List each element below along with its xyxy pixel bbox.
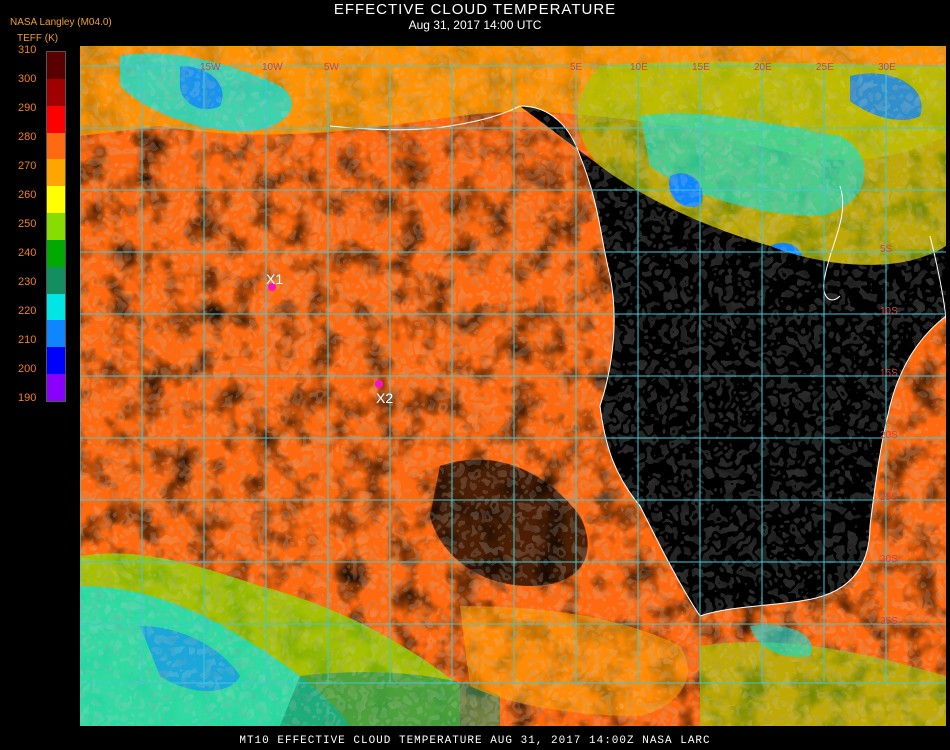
longitude-label: 5E xyxy=(570,62,583,73)
map-date: Aug 31, 2017 14:00 UTC xyxy=(408,18,542,32)
longitude-label: 5W xyxy=(324,62,340,73)
source-label: NASA Langley (M04.0) xyxy=(10,17,112,28)
map-canvas: 15W 10W 5W 5E 10E 15E 20E 25E 30E 5S 10S 15S 20S 25S 3… xyxy=(79,46,948,726)
color-scale-label: 280 xyxy=(18,131,37,143)
color-scale-label: 300 xyxy=(18,73,37,85)
color-scale-label: 230 xyxy=(18,276,37,288)
color-scale-swatch xyxy=(47,52,65,79)
map-title: EFFECTIVE CLOUD TEMPERATURE xyxy=(333,1,617,18)
longitude-label: 15W xyxy=(200,62,221,73)
marker-x2-label: X2 xyxy=(376,390,393,406)
color-scale-label: 220 xyxy=(18,305,37,317)
latitude-label: 15S xyxy=(880,368,898,379)
color-scale-swatch xyxy=(47,374,65,401)
latitude-label: 5S xyxy=(880,244,893,255)
unit-label: TEFF (K) xyxy=(17,33,59,44)
color-scale-swatch xyxy=(47,293,65,321)
satellite-map: 15W 10W 5W 5E 10E 15E 20E 25E 30E 5S 10S 15S 20S 25S 3… xyxy=(79,46,948,726)
latitude-label: 35S xyxy=(880,616,898,627)
latitude-label: 10S xyxy=(880,306,898,317)
color-scale-swatch xyxy=(47,320,65,348)
color-scale-swatch xyxy=(47,78,65,106)
marker-x1-label: X1 xyxy=(266,271,283,287)
latitude-label: 20S xyxy=(880,430,898,441)
color-scale-swatch xyxy=(47,239,65,267)
longitude-label: 20E xyxy=(754,62,772,73)
longitude-label: 10W xyxy=(262,62,283,73)
color-scale-swatch xyxy=(47,186,65,214)
color-scale-label: 240 xyxy=(18,247,37,259)
latitude-label: 25S xyxy=(880,492,898,503)
latitude-label: 30S xyxy=(880,554,898,565)
longitude-label: 10E xyxy=(630,62,648,73)
longitude-label: 25E xyxy=(816,62,834,73)
color-scale-swatch xyxy=(47,132,65,160)
color-scale-label: 270 xyxy=(18,160,37,172)
color-scale-label: 250 xyxy=(18,218,37,230)
color-scale-label: 190 xyxy=(18,392,37,404)
color-scale-label: 200 xyxy=(18,363,37,375)
longitude-label: 15E xyxy=(692,62,710,73)
color-scale-swatch xyxy=(47,159,65,187)
color-scale-swatch xyxy=(47,347,65,375)
longitude-label: 30E xyxy=(878,62,896,73)
color-scale-swatch xyxy=(47,213,65,240)
footer-caption: MT10 EFFECTIVE CLOUD TEMPERATURE AUG 31,… xyxy=(239,735,711,747)
marker-x2-dot[interactable] xyxy=(375,380,383,388)
color-scale-label: 290 xyxy=(18,102,37,114)
color-scale-label: 210 xyxy=(18,334,37,346)
color-scale-label: 260 xyxy=(18,189,37,201)
color-scale-bar xyxy=(46,51,66,402)
color-scale-swatch xyxy=(47,266,65,294)
color-scale-label: 310 xyxy=(18,44,37,56)
color-scale-swatch xyxy=(47,105,65,133)
